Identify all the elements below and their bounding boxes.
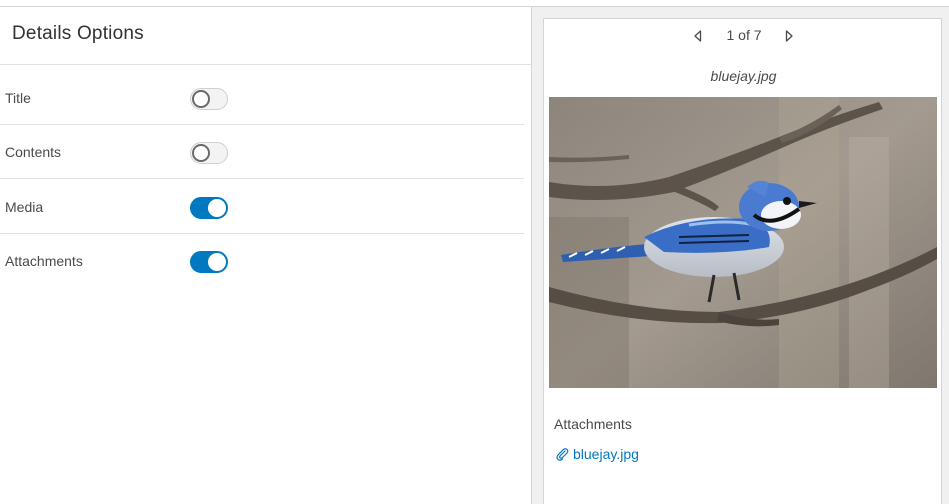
pager-count: 1 of 7 bbox=[726, 27, 762, 43]
option-label-contents: Contents bbox=[5, 144, 62, 160]
option-row-media: Media bbox=[0, 180, 524, 234]
title-divider bbox=[0, 64, 531, 65]
toggle-knob bbox=[208, 253, 226, 271]
attachments-toggle[interactable] bbox=[190, 251, 228, 273]
caret-left-icon[interactable] bbox=[690, 28, 706, 44]
row-divider bbox=[0, 178, 524, 179]
attachment-link[interactable]: bluejay.jpg bbox=[554, 446, 639, 462]
option-row-contents: Contents bbox=[0, 125, 524, 179]
option-label-attachments: Attachments bbox=[5, 253, 83, 269]
contents-toggle[interactable] bbox=[190, 142, 228, 164]
panel-title: Details Options bbox=[12, 23, 144, 44]
attachments-heading: Attachments bbox=[554, 416, 632, 432]
toggle-knob bbox=[192, 144, 210, 162]
option-label-media: Media bbox=[5, 199, 44, 215]
media-pager: 1 of 7 bbox=[544, 25, 943, 47]
popup-preview-card: 1 of 7 bluejay.jpg Attachments bluejay.j… bbox=[543, 18, 942, 504]
media-image bbox=[549, 97, 937, 388]
media-filename: bluejay.jpg bbox=[710, 68, 777, 84]
option-row-attachments: Attachments bbox=[0, 234, 524, 288]
toggle-knob bbox=[192, 90, 210, 108]
toggle-knob bbox=[208, 199, 226, 217]
details-options-panel: Details Options Title Contents Media Att… bbox=[0, 7, 531, 504]
paperclip-icon bbox=[554, 446, 570, 462]
option-label-title: Title bbox=[5, 90, 31, 106]
attachment-filename: bluejay.jpg bbox=[573, 446, 639, 462]
caret-right-icon[interactable] bbox=[781, 28, 797, 44]
title-toggle[interactable] bbox=[190, 88, 228, 110]
media-toggle[interactable] bbox=[190, 197, 228, 219]
option-row-title: Title bbox=[0, 71, 524, 125]
